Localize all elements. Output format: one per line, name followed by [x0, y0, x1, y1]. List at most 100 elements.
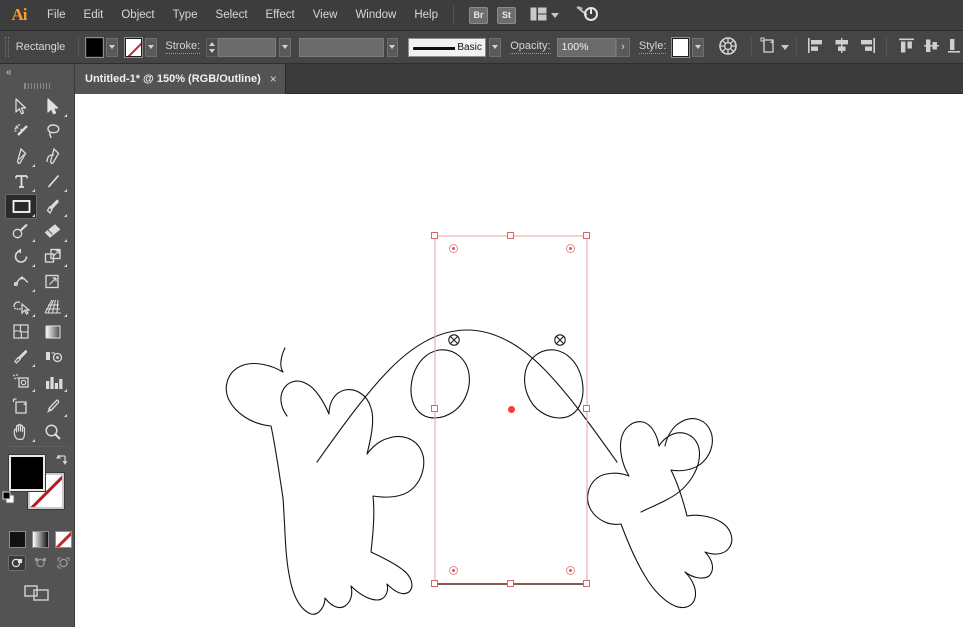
- tools-panel-grip[interactable]: [0, 80, 74, 92]
- rotate-tool[interactable]: [5, 244, 37, 269]
- menu-help[interactable]: Help: [405, 0, 447, 31]
- close-icon[interactable]: ×: [270, 73, 277, 85]
- stroke-weight-stepper[interactable]: [206, 37, 218, 57]
- draw-normal-button[interactable]: [8, 555, 26, 571]
- artboard-tool[interactable]: [5, 394, 37, 419]
- menu-object[interactable]: Object: [112, 0, 163, 31]
- paintbrush-tool[interactable]: [37, 194, 69, 219]
- bridge-button[interactable]: Br: [469, 6, 488, 24]
- corner-radius-widget-top-right[interactable]: [566, 244, 575, 253]
- shaper-pencil-tool[interactable]: [5, 219, 37, 244]
- menu-edit[interactable]: Edit: [75, 0, 113, 31]
- opacity-flyout-arrow[interactable]: ›: [615, 37, 631, 57]
- stock-search-button[interactable]: [575, 4, 599, 27]
- artboard-canvas[interactable]: [75, 94, 963, 627]
- paintbrush-tool-icon: [46, 199, 59, 214]
- corner-radius-widget-bottom-right[interactable]: [566, 566, 575, 575]
- graphic-style-dropdown-arrow[interactable]: [692, 37, 705, 57]
- rectangle-tool[interactable]: [5, 194, 37, 219]
- selection-handle-top-center[interactable]: [507, 232, 514, 239]
- eraser-tool[interactable]: [37, 219, 69, 244]
- curvature-tool[interactable]: [37, 144, 69, 169]
- align-top-icon: [899, 38, 915, 53]
- pen-tool[interactable]: [5, 144, 37, 169]
- selection-handle-middle-right[interactable]: [583, 405, 590, 412]
- stroke-profile-input[interactable]: [298, 37, 384, 57]
- corner-radius-widget-bottom-left[interactable]: [449, 566, 458, 575]
- menu-type[interactable]: Type: [164, 0, 207, 31]
- draw-inside-button[interactable]: [54, 555, 72, 571]
- scale-tool[interactable]: [37, 244, 69, 269]
- magic-wand-tool[interactable]: [5, 119, 37, 144]
- corner-radius-widget-top-left[interactable]: [449, 244, 458, 253]
- align-bottom-icon: [948, 39, 961, 53]
- direct-selection-tool[interactable]: [37, 94, 69, 119]
- stroke-profile-dropdown-arrow[interactable]: [386, 37, 399, 57]
- selection-tool[interactable]: [5, 94, 37, 119]
- selection-handle-middle-left[interactable]: [431, 405, 438, 412]
- width-tool[interactable]: [5, 269, 37, 294]
- fill-color-box[interactable]: [9, 455, 45, 491]
- shape-builder-tool[interactable]: [5, 294, 37, 319]
- opacity-label[interactable]: Opacity:: [510, 40, 551, 54]
- free-transform-tool[interactable]: [37, 269, 69, 294]
- hand-tool[interactable]: [5, 419, 37, 444]
- document-tab[interactable]: Untitled-1* @ 150% (RGB/Outline) ×: [75, 64, 286, 94]
- gradient-tool[interactable]: [37, 319, 69, 344]
- perspective-grid-tool[interactable]: [37, 294, 69, 319]
- menu-view[interactable]: View: [304, 0, 347, 31]
- swap-fill-stroke-button[interactable]: [55, 453, 69, 470]
- menu-select[interactable]: Select: [207, 0, 257, 31]
- eyedropper-tool[interactable]: [5, 344, 37, 369]
- stroke-dropdown-arrow[interactable]: [144, 37, 157, 57]
- selection-handle-bottom-right[interactable]: [583, 580, 590, 587]
- symbol-sprayer-tool[interactable]: [5, 369, 37, 394]
- brush-definition-select[interactable]: Basic: [407, 37, 486, 57]
- selected-object-type: Rectangle: [15, 41, 66, 53]
- draw-behind-button[interactable]: [31, 555, 49, 571]
- align-left-button[interactable]: [807, 37, 826, 57]
- lasso-tool[interactable]: [37, 119, 69, 144]
- brush-definition-dropdown-arrow[interactable]: [488, 37, 501, 57]
- transform-button[interactable]: [759, 37, 790, 58]
- recolor-artwork-button[interactable]: [718, 36, 738, 59]
- align-bottom-button[interactable]: [947, 37, 961, 57]
- fill-swatch[interactable]: [86, 37, 104, 57]
- menu-effect[interactable]: Effect: [257, 0, 304, 31]
- selection-handle-bottom-center[interactable]: [507, 580, 514, 587]
- style-label[interactable]: Style:: [638, 40, 667, 54]
- line-segment-tool[interactable]: [37, 169, 69, 194]
- blend-tool[interactable]: [37, 344, 69, 369]
- gradient-swatch-button[interactable]: [32, 531, 49, 548]
- arrange-documents-button[interactable]: [530, 7, 559, 24]
- rectangle-tool-icon: [12, 200, 30, 213]
- type-tool[interactable]: [5, 169, 37, 194]
- default-fill-stroke-button[interactable]: [2, 491, 16, 508]
- column-graph-tool[interactable]: [37, 369, 69, 394]
- stroke-weight-dropdown-arrow[interactable]: [279, 37, 291, 57]
- selection-handle-top-right[interactable]: [583, 232, 590, 239]
- control-bar-grip[interactable]: [5, 37, 9, 57]
- stock-button[interactable]: St: [497, 6, 516, 24]
- mesh-tool[interactable]: [5, 319, 37, 344]
- align-vertical-center-button[interactable]: [922, 37, 941, 57]
- align-top-button[interactable]: [897, 37, 916, 57]
- stroke-swatch[interactable]: [124, 37, 142, 57]
- color-swatch-button[interactable]: [9, 531, 26, 548]
- stroke-weight-input[interactable]: [217, 37, 277, 57]
- change-screen-mode-button[interactable]: [0, 571, 74, 603]
- align-right-button[interactable]: [857, 37, 876, 57]
- selection-handle-bottom-left[interactable]: [431, 580, 438, 587]
- menu-window[interactable]: Window: [346, 0, 405, 31]
- selection-handle-top-left[interactable]: [431, 232, 438, 239]
- graphic-style-swatch[interactable]: [672, 37, 690, 57]
- menu-file[interactable]: File: [38, 0, 75, 31]
- slice-tool[interactable]: [37, 394, 69, 419]
- collapse-panel-button[interactable]: «: [0, 64, 74, 80]
- fill-dropdown-arrow[interactable]: [106, 37, 118, 57]
- stroke-weight-label[interactable]: Stroke:: [165, 40, 201, 54]
- align-horizontal-center-button[interactable]: [832, 37, 851, 57]
- zoom-tool[interactable]: [37, 419, 69, 444]
- none-swatch-button[interactable]: [55, 531, 72, 548]
- opacity-input[interactable]: 100%: [556, 37, 616, 57]
